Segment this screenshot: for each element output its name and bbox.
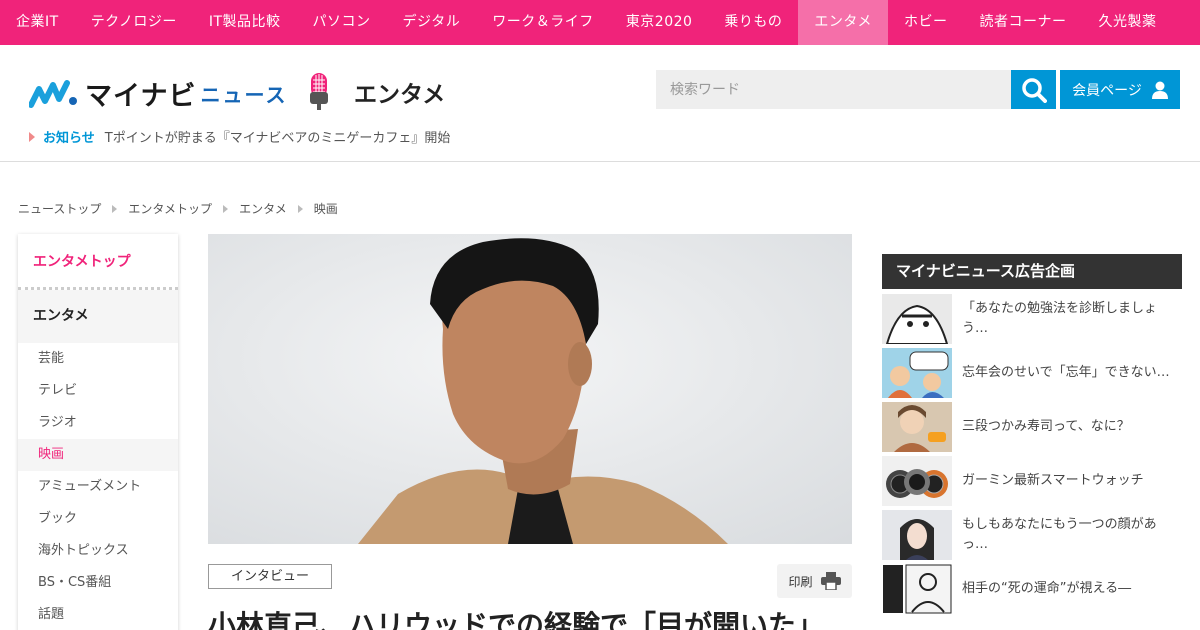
side-menu-item-topics[interactable]: 話題 <box>18 599 178 630</box>
section-title: エンタメ <box>354 82 446 108</box>
site-logo[interactable]: マイナビ ニュース <box>29 74 287 113</box>
nav-item-reader-corner[interactable]: 読者コーナー <box>964 0 1083 45</box>
ad-item-text: もしもあなたにもう一つの顔があっ… <box>962 517 1157 552</box>
ad-thumbnail <box>882 564 952 614</box>
side-menu-top-link[interactable]: エンタメトップ <box>18 234 178 290</box>
ad-item-text: 相手の“死の運命”が視える― <box>962 581 1132 596</box>
breadcrumb-movie[interactable]: 映画 <box>314 200 338 217</box>
ad-thumbnail <box>882 294 952 344</box>
mynavi-logo-mark-icon <box>29 79 77 108</box>
nav-item-enterprise-it[interactable]: 企業IT <box>0 0 75 45</box>
ad-item-text: 三段つかみ寿司って、なに？ <box>962 419 1130 434</box>
side-menu-item-tv[interactable]: テレビ <box>18 375 178 407</box>
ad-item[interactable]: 忘年会のせいで「忘年」できない… <box>882 346 1182 400</box>
side-menu-item-radio[interactable]: ラジオ <box>18 407 178 439</box>
breadcrumb-arrow-icon <box>223 204 229 213</box>
ad-item[interactable]: 三段つかみ寿司って、なに？ <box>882 400 1182 454</box>
ad-thumbnail <box>882 348 952 398</box>
nav-item-work-life[interactable]: ワーク＆ライフ <box>476 0 610 45</box>
article-headline: 小林直己、ハリウッドでの経験で「目が開いた」 <box>208 609 825 630</box>
nav-item-technology[interactable]: テクノロジー <box>75 0 193 45</box>
nav-item-pc[interactable]: パソコン <box>297 0 387 45</box>
section-heading: エンタメ <box>306 72 445 112</box>
breadcrumb-news-top[interactable]: ニューストップ <box>18 200 101 217</box>
nav-item-digital[interactable]: デジタル <box>387 0 477 45</box>
side-menu-item-geino[interactable]: 芸能 <box>18 343 178 375</box>
ad-thumbnail <box>882 456 952 506</box>
portrait-photo <box>208 234 852 544</box>
notice-bar: お知らせ Tポイントが貯まる『マイナビベアのミニゲーカフェ』開始 <box>29 127 450 146</box>
print-label: 印刷 <box>788 574 813 589</box>
side-menu-item-book[interactable]: ブック <box>18 503 178 535</box>
ad-thumbnail <box>882 402 952 452</box>
side-menu-category[interactable]: エンタメ <box>18 290 178 343</box>
member-page-button[interactable]: 会員ページ <box>1060 70 1180 109</box>
search-icon <box>1021 77 1047 103</box>
breadcrumb-arrow-icon <box>297 204 303 213</box>
nav-item-it-comparison[interactable]: IT製品比較 <box>193 0 297 45</box>
ad-item-text: 忘年会のせいで「忘年」できない… <box>962 365 1170 380</box>
article-tag[interactable]: インタビュー <box>208 564 332 589</box>
side-menu-item-movie[interactable]: 映画 <box>18 439 178 471</box>
notice-link[interactable]: Tポイントが貯まる『マイナビベアのミニゲーカフェ』開始 <box>105 127 451 146</box>
printer-icon <box>820 572 841 590</box>
ad-thumbnail <box>882 510 952 560</box>
notice-arrow-icon <box>29 131 35 142</box>
ad-item[interactable]: ガーミン最新スマートウォッチ <box>882 454 1182 508</box>
ad-list: 「あなたの勉強法を診断しましょう… 忘年会のせいで「忘年」できない… 三段つかみ… <box>882 292 1182 616</box>
logo-news-text: ニュース <box>200 83 288 107</box>
ad-item-text: 「あなたの勉強法を診断しましょう… <box>962 301 1158 336</box>
breadcrumb-arrow-icon <box>112 204 118 213</box>
breadcrumb: ニューストップ エンタメトップ エンタメ 映画 <box>18 200 338 217</box>
member-page-label: 会員ページ <box>1072 82 1142 99</box>
side-menu-item-bs-cs[interactable]: BS・CS番組 <box>18 567 178 599</box>
header-divider <box>0 161 1200 162</box>
breadcrumb-entertainment[interactable]: エンタメ <box>239 200 287 217</box>
search-button[interactable] <box>1011 70 1056 109</box>
nav-item-hisamitsu[interactable]: 久光製薬 <box>1083 0 1173 45</box>
notice-label: お知らせ <box>43 131 95 146</box>
breadcrumb-entertainment-top[interactable]: エンタメトップ <box>128 200 212 217</box>
top-nav: 企業IT テクノロジー IT製品比較 パソコン デジタル ワーク＆ライフ 東京2… <box>0 0 1200 45</box>
side-menu-item-amusement[interactable]: アミューズメント <box>18 471 178 503</box>
ad-item-text: ガーミン最新スマートウォッチ <box>962 473 1144 488</box>
side-menu-item-overseas[interactable]: 海外トピックス <box>18 535 178 567</box>
search-input[interactable] <box>656 70 1011 109</box>
article-hero-image <box>208 234 852 544</box>
nav-item-tokyo2020[interactable]: 東京2020 <box>610 0 709 45</box>
nav-item-entertainment[interactable]: エンタメ <box>798 0 889 45</box>
nav-item-hobby[interactable]: ホビー <box>888 0 964 45</box>
nav-item-vehicles[interactable]: 乗りもの <box>708 0 798 45</box>
logo-text: マイナビ <box>85 81 197 112</box>
ad-section-title: マイナビニュース広告企画 <box>882 254 1182 289</box>
ad-item[interactable]: 「あなたの勉強法を診断しましょう… <box>882 292 1182 346</box>
user-icon <box>1151 81 1168 99</box>
microphone-icon <box>310 73 328 110</box>
ad-item[interactable]: 相手の“死の運命”が視える― <box>882 562 1182 616</box>
side-menu: エンタメトップ エンタメ 芸能 テレビ ラジオ 映画 アミューズメント ブック … <box>18 234 178 630</box>
print-button[interactable]: 印刷 <box>777 564 852 598</box>
ad-item[interactable]: もしもあなたにもう一つの顔があっ… <box>882 508 1182 562</box>
